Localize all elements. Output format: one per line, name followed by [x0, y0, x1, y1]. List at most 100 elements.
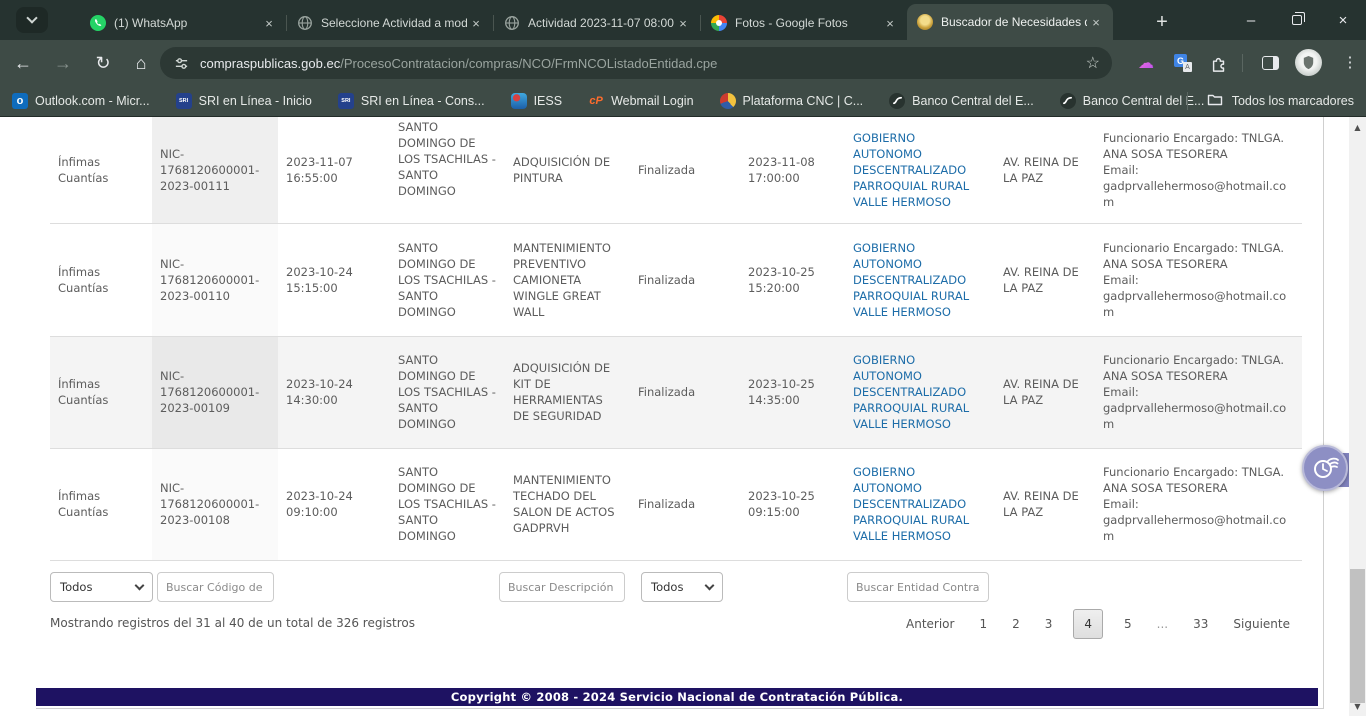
entity-link[interactable]: GOBIERNO AUTONOMO DESCENTRALIZADO PARROQ… — [853, 352, 987, 432]
minimize-button[interactable]: – — [1228, 0, 1274, 40]
pagination-page-3[interactable]: 3 — [1041, 610, 1057, 638]
records-status-text: Mostrando registros del 31 al 40 de un t… — [50, 616, 415, 630]
bookmark-plataforma-cnc[interactable]: Plataforma CNC | C... — [720, 93, 864, 109]
cell-address: AV. REINA DE LA PAZ — [995, 336, 1095, 448]
forward-button[interactable]: → — [48, 48, 78, 78]
scrollbar-thumb[interactable] — [1350, 569, 1365, 703]
procurement-table: Ínfimas Cuantías NIC-1768120600001-2023-… — [50, 117, 1302, 561]
all-bookmarks-button[interactable]: Todos los marcadores — [1187, 92, 1354, 110]
table-row[interactable]: Ínfimas Cuantías NIC-1768120600001-2023-… — [50, 336, 1302, 448]
scroll-down-arrow[interactable]: ▼ — [1349, 698, 1366, 714]
iess-icon — [511, 93, 527, 109]
pagination-page-1[interactable]: 1 — [975, 610, 991, 638]
bookmark-sri-consultas[interactable]: SRI SRI en Línea - Cons... — [338, 93, 485, 109]
close-icon[interactable]: × — [260, 14, 278, 32]
folder-icon — [1207, 92, 1223, 109]
cell-end-date: 2023-11-08 17:00:00 — [740, 117, 845, 223]
cell-entity: GOBIERNO AUTONOMO DESCENTRALIZADO PARROQ… — [845, 448, 995, 560]
restore-button[interactable] — [1274, 0, 1320, 40]
extension-cloud-icon[interactable]: ☁ — [1134, 51, 1158, 75]
pagination-next[interactable]: Siguiente — [1229, 610, 1294, 638]
back-button[interactable]: ← — [8, 48, 38, 78]
vertical-scrollbar[interactable]: ▲ ▼ — [1349, 117, 1366, 716]
pagination: Anterior 1 2 3 4 5 ... 33 Siguiente — [902, 609, 1294, 639]
tab-google-fotos[interactable]: Fotos - Google Fotos × — [701, 6, 907, 40]
tab-search-button[interactable] — [16, 7, 48, 33]
code-search-input[interactable] — [157, 572, 274, 602]
window-close-button[interactable]: × — [1320, 0, 1366, 40]
cell-address: AV. REINA DE LA PAZ — [995, 223, 1095, 336]
whatsapp-icon — [90, 15, 106, 31]
cell-address: AV. REINA DE LA PAZ — [995, 117, 1095, 223]
cell-entity: GOBIERNO AUTONOMO DESCENTRALIZADO PARROQ… — [845, 117, 995, 223]
table-row[interactable]: Ínfimas Cuantías NIC-1768120600001-2023-… — [50, 223, 1302, 336]
tab-whatsapp[interactable]: (1) WhatsApp × — [80, 6, 286, 40]
tab-title: (1) WhatsApp — [114, 16, 260, 30]
pagination-prev[interactable]: Anterior — [902, 610, 958, 638]
type-filter-select[interactable]: Todos — [50, 572, 153, 602]
bookmark-outlook[interactable]: o Outlook.com - Micr... — [12, 93, 150, 109]
bookmark-banco-central-2[interactable]: Banco Central del E... — [1060, 93, 1205, 109]
winged-clock-icon[interactable] — [1302, 445, 1348, 491]
chevron-down-icon — [705, 581, 715, 591]
bookmark-star-icon[interactable]: ☆ — [1086, 53, 1100, 73]
pagination-page-33[interactable]: 33 — [1189, 610, 1212, 638]
extensions-puzzle-icon[interactable] — [1207, 51, 1231, 75]
google-translate-icon[interactable]: GA — [1171, 51, 1195, 75]
cell-state: Finalizada — [630, 448, 740, 560]
google-photos-icon — [711, 15, 727, 31]
bookmark-banco-central-1[interactable]: Banco Central del E... — [889, 93, 1034, 109]
globe-icon — [297, 15, 313, 31]
cell-process-type: Ínfimas Cuantías — [50, 448, 152, 560]
tab-actividad[interactable]: Actividad 2023-11-07 08:00 × — [494, 6, 700, 40]
table-filters: Todos Todos — [0, 572, 1366, 604]
table-row[interactable]: Ínfimas Cuantías NIC-1768120600001-2023-… — [50, 117, 1302, 223]
address-bar[interactable]: compraspublicas.gob.ec/ProcesoContrataci… — [160, 47, 1112, 79]
pagination-page-2[interactable]: 2 — [1008, 610, 1024, 638]
cell-location: SANTO DOMINGO DE LOS TSACHILAS - SANTO D… — [390, 117, 505, 223]
tab-seleccione-actividad[interactable]: Seleccione Actividad a modi × — [287, 6, 493, 40]
cell-location: SANTO DOMINGO DE LOS TSACHILAS - SANTO D… — [390, 223, 505, 336]
pagination-ellipsis: ... — [1153, 610, 1172, 638]
cell-process-type: Ínfimas Cuantías — [50, 223, 152, 336]
entity-link[interactable]: GOBIERNO AUTONOMO DESCENTRALIZADO PARROQ… — [853, 240, 987, 320]
close-icon[interactable]: × — [1087, 13, 1105, 31]
bookmark-sri-inicio[interactable]: SRI SRI en Línea - Inicio — [176, 93, 312, 109]
profile-avatar[interactable] — [1295, 49, 1322, 76]
close-icon[interactable]: × — [881, 14, 899, 32]
new-tab-button[interactable]: + — [1148, 8, 1176, 36]
cell-process-type: Ínfimas Cuantías — [50, 117, 152, 223]
ecuador-crest-icon — [917, 14, 933, 30]
entity-link[interactable]: GOBIERNO AUTONOMO DESCENTRALIZADO PARROQ… — [853, 464, 987, 544]
description-search-input[interactable] — [499, 572, 625, 602]
pagination-page-5[interactable]: 5 — [1120, 610, 1136, 638]
cell-state: Finalizada — [630, 117, 740, 223]
side-panel-icon[interactable] — [1258, 51, 1282, 75]
cell-description: ADQUISICIÓN DE KIT DE HERRAMIENTAS DE SE… — [505, 336, 630, 448]
cell-official: Funcionario Encargado: TNLGA. ANA SOSA T… — [1095, 336, 1302, 448]
cell-location: SANTO DOMINGO DE LOS TSACHILAS - SANTO D… — [390, 448, 505, 560]
close-icon[interactable]: × — [674, 14, 692, 32]
cell-process-code: NIC-1768120600001-2023-00111 — [152, 117, 278, 223]
pagination-page-4-active[interactable]: 4 — [1073, 609, 1103, 639]
globe-icon — [504, 15, 520, 31]
table-row[interactable]: Ínfimas Cuantías NIC-1768120600001-2023-… — [50, 448, 1302, 560]
home-button[interactable]: ⌂ — [126, 48, 156, 78]
cpanel-icon: cP — [588, 93, 604, 109]
entity-link[interactable]: GOBIERNO AUTONOMO DESCENTRALIZADO PARROQ… — [853, 130, 987, 210]
bookmark-iess[interactable]: IESS — [511, 93, 563, 109]
browser-menu-button[interactable]: ⋮ — [1338, 50, 1362, 74]
cell-state: Finalizada — [630, 223, 740, 336]
entity-search-input[interactable] — [847, 572, 989, 602]
tab-buscador-necesidades-active[interactable]: Buscador de Necesidades de × — [907, 4, 1113, 40]
reload-button[interactable]: ↻ — [88, 48, 118, 78]
site-settings-icon[interactable] — [170, 52, 192, 74]
bookmark-webmail[interactable]: cP Webmail Login — [588, 93, 693, 109]
url-text[interactable]: compraspublicas.gob.ec/ProcesoContrataci… — [200, 56, 1086, 71]
scroll-up-arrow[interactable]: ▲ — [1349, 119, 1366, 135]
state-filter-select[interactable]: Todos — [641, 572, 723, 602]
close-icon[interactable]: × — [467, 14, 485, 32]
cell-process-code: NIC-1768120600001-2023-00110 — [152, 223, 278, 336]
tab-title: Actividad 2023-11-07 08:00 — [528, 16, 674, 30]
outlook-icon: o — [12, 93, 28, 109]
